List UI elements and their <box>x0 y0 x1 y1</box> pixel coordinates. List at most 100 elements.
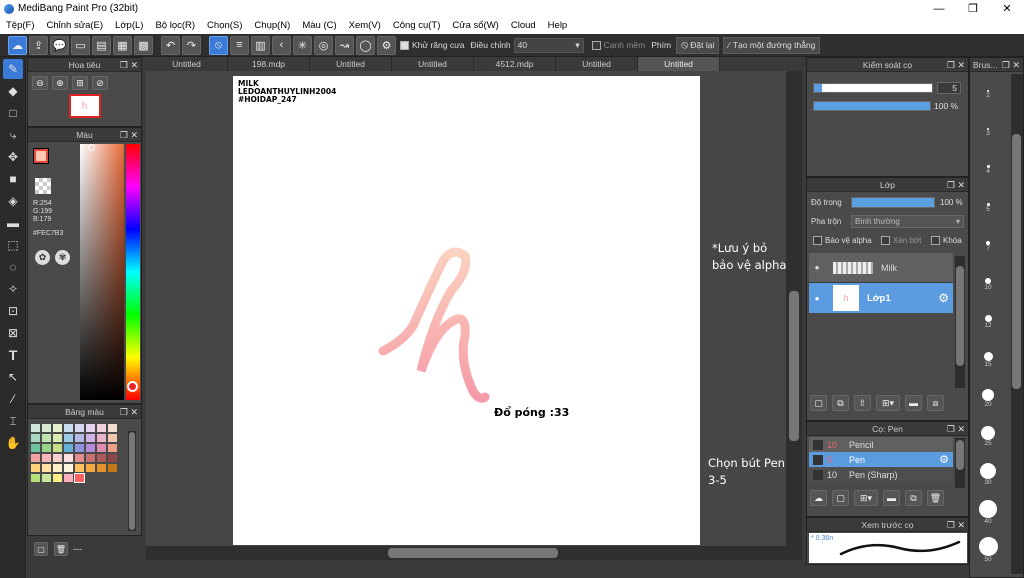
layer-scrollbar-thumb[interactable] <box>956 266 964 366</box>
palette-scrollbar[interactable] <box>128 431 136 531</box>
delete-palette-icon[interactable]: 🗑 <box>54 542 68 556</box>
snap-settings-icon[interactable]: ⚙ <box>377 35 396 55</box>
new-brush-icon[interactable]: ▢ <box>832 490 849 506</box>
hue-slider-handle[interactable] <box>127 381 138 392</box>
palette-swatch[interactable] <box>42 474 51 482</box>
tab-untitled-3[interactable]: Untitled <box>392 57 474 71</box>
chat-icon[interactable]: ▭ <box>71 35 90 55</box>
palette-add-icon[interactable]: ✿ <box>35 250 50 265</box>
menu-cloud[interactable]: Cloud <box>505 20 542 31</box>
import-layer-icon[interactable]: ⇧ <box>854 395 871 411</box>
new-palette-icon[interactable]: ▢ <box>34 542 48 556</box>
palette-swatch[interactable] <box>108 444 117 452</box>
eyedropper-tool-icon[interactable]: ⌶ <box>3 411 23 431</box>
layer-row-selected[interactable]: ● h Lớp1 ⚙ <box>809 283 953 313</box>
divide-tool-icon[interactable]: ⁄ <box>3 389 23 409</box>
menu-edit[interactable]: Chỉnh sửa(E) <box>41 20 110 31</box>
minimize-button[interactable]: — <box>922 0 956 17</box>
folder-icon[interactable]: ▬ <box>905 395 922 411</box>
canvas-horizontal-scrollbar[interactable] <box>146 546 802 560</box>
palette-swatch[interactable] <box>86 464 95 472</box>
panel-close-icon[interactable]: ❐ ✕ <box>947 518 965 532</box>
brush-add-menu-icon[interactable]: ⊞▾ <box>854 490 878 506</box>
brush-settings-gear-icon[interactable]: ⚙ <box>939 453 949 466</box>
brush-size-option[interactable]: 25 <box>973 417 1003 455</box>
panel-close-icon[interactable]: ❐ ✕ <box>947 58 965 72</box>
palette-swatch[interactable] <box>86 444 95 452</box>
brush-size-scrollbar-thumb[interactable] <box>1012 134 1021 389</box>
palette-swatch[interactable] <box>42 434 51 442</box>
clipping-toggle[interactable]: Xén bớt <box>881 236 921 245</box>
saturation-brightness-picker[interactable] <box>80 144 124 400</box>
navigator-thumbnail[interactable]: h <box>68 94 101 118</box>
palette-swatch[interactable] <box>75 444 84 452</box>
ellipse-snap-icon[interactable]: ◯ <box>356 35 375 55</box>
cloud-icon[interactable]: ☁ <box>8 35 27 55</box>
palette-swatch[interactable] <box>53 464 62 472</box>
close-button[interactable]: ✕ <box>990 0 1024 17</box>
palette-swatch[interactable] <box>86 454 95 462</box>
palette-swatch[interactable] <box>108 454 117 462</box>
delete-brush-icon[interactable]: 🗑 <box>927 490 944 506</box>
palette-swatch[interactable] <box>42 444 51 452</box>
circle-snap-icon[interactable]: ◎ <box>314 35 333 55</box>
palette-swatch[interactable] <box>97 424 106 432</box>
canvas-vertical-scrollbar[interactable] <box>786 71 802 546</box>
maximize-button[interactable]: ❐ <box>956 0 990 17</box>
document-icon[interactable]: ▤ <box>92 35 111 55</box>
palette-swatch[interactable] <box>108 464 117 472</box>
zoom-out-icon[interactable]: ⊖ <box>32 76 48 90</box>
smooth-edge-toggle[interactable]: Cạnh mềm <box>591 40 645 50</box>
palette-swatch[interactable] <box>31 464 40 472</box>
menu-color[interactable]: Màu (C) <box>296 20 342 31</box>
hue-slider[interactable] <box>126 144 140 400</box>
palette-swatch[interactable] <box>64 444 73 452</box>
canvas-paper[interactable]: MILK LEDOANTHUYLINH2004 #HOIDAP_247 Đổ p… <box>233 76 700 545</box>
cross-snap-icon[interactable]: ▥ <box>251 35 270 55</box>
parallel-snap-icon[interactable]: ≡ <box>230 35 249 55</box>
brush-size-value[interactable]: 5 <box>937 82 961 94</box>
select-pen-tool-icon[interactable]: ⊡ <box>3 301 23 321</box>
palette-swatch[interactable] <box>75 424 84 432</box>
layer-settings-gear-icon[interactable]: ⚙ <box>938 291 949 305</box>
menu-filter[interactable]: Bộ lọc(R) <box>149 20 201 31</box>
panel-close-icon[interactable]: ❐ ✕ <box>120 405 138 419</box>
zoom-in-icon[interactable]: ⊕ <box>52 76 68 90</box>
fit-icon[interactable]: ⊞ <box>72 76 88 90</box>
new-layer-icon[interactable]: ▢ <box>810 395 827 411</box>
menu-view[interactable]: Xem(V) <box>343 20 387 31</box>
panel-close-icon[interactable]: ❐ ✕ <box>947 422 965 436</box>
palette-swatch[interactable] <box>75 454 84 462</box>
smooth-edge-checkbox[interactable] <box>591 40 601 50</box>
zoom-reset-icon[interactable]: ⊘ <box>92 76 108 90</box>
brush-size-option[interactable]: 10 <box>973 265 1003 303</box>
clipping-checkbox[interactable] <box>881 236 890 245</box>
lock-checkbox[interactable] <box>931 236 940 245</box>
brush-item-selected[interactable]: 5 Pen ⚙ <box>809 452 953 467</box>
brush-size-slider[interactable] <box>813 83 933 93</box>
menu-tools[interactable]: Công cụ(T) <box>387 20 447 31</box>
menu-snap[interactable]: Chụp(N) <box>248 20 296 31</box>
palette-swatch[interactable] <box>31 424 40 432</box>
tab-untitled-4[interactable]: Untitled <box>556 57 638 71</box>
merge-layer-icon[interactable]: ⧈ <box>927 395 944 411</box>
eraser-tool-icon[interactable]: ◆ <box>3 81 23 101</box>
palette-swatch[interactable] <box>42 454 51 462</box>
layer-scrollbar[interactable] <box>955 256 965 388</box>
palette-swatch[interactable] <box>53 434 62 442</box>
brush-copy-icon[interactable]: ⧉ <box>905 490 922 506</box>
palette-swatch[interactable] <box>42 464 51 472</box>
brush-size-option[interactable]: 15 <box>973 341 1003 379</box>
canvas-vertical-scrollbar-thumb[interactable] <box>789 291 799 441</box>
menu-layer[interactable]: Lớp(L) <box>109 20 149 31</box>
protect-alpha-toggle[interactable]: Bảo vệ alpha <box>813 236 872 245</box>
magic-wand-tool-icon[interactable]: ✧ <box>3 279 23 299</box>
layer-row[interactable]: ● Milk <box>809 253 953 283</box>
palette-swatch[interactable] <box>75 434 84 442</box>
palette-swatch[interactable] <box>31 474 40 482</box>
tab-untitled-2[interactable]: Untitled <box>310 57 392 71</box>
blend-mode-select[interactable]: Bình thường ▾ <box>851 215 964 228</box>
brush-opacity-slider[interactable] <box>813 101 931 111</box>
palette-swatch[interactable] <box>53 444 62 452</box>
share-icon[interactable]: ⇪ <box>29 35 48 55</box>
